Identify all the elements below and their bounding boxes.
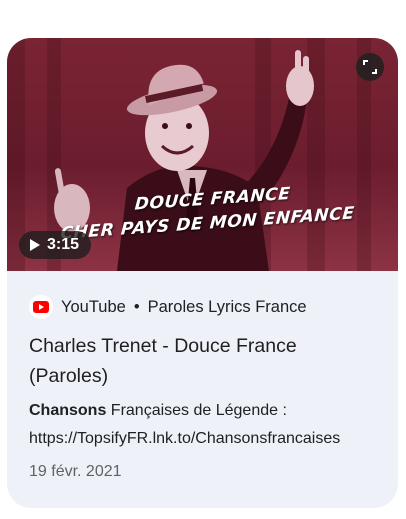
expand-icon bbox=[363, 60, 377, 74]
youtube-icon bbox=[29, 295, 53, 319]
source-row[interactable]: YouTube • Paroles Lyrics France bbox=[29, 295, 307, 319]
snippet-link: https://TopsifyFR.lnk.to/Chansonsfrancai… bbox=[29, 430, 341, 447]
video-thumbnail[interactable]: DOUCE FRANCE CHER PAYS DE MON ENFANCE 3:… bbox=[7, 38, 398, 271]
snippet-text: Françaises de Légende : bbox=[106, 402, 287, 419]
source-platform: YouTube bbox=[61, 297, 126, 316]
duration-badge[interactable]: 3:15 bbox=[19, 231, 92, 259]
video-result-card[interactable]: DOUCE FRANCE CHER PAYS DE MON ENFANCE 3:… bbox=[7, 38, 398, 508]
result-date: 19 févr. 2021 bbox=[29, 463, 122, 480]
duration-text: 3:15 bbox=[47, 236, 80, 253]
expand-button[interactable] bbox=[356, 53, 384, 81]
result-title[interactable]: Charles Trenet - Douce France (Paroles) bbox=[29, 331, 359, 391]
play-icon bbox=[30, 239, 40, 251]
snippet-bold: Chansons bbox=[29, 402, 107, 419]
result-snippet: Chansons Françaises de Légende : https:/… bbox=[29, 397, 379, 453]
source-channel: Paroles Lyrics France bbox=[147, 297, 307, 316]
source-separator: • bbox=[133, 297, 140, 316]
